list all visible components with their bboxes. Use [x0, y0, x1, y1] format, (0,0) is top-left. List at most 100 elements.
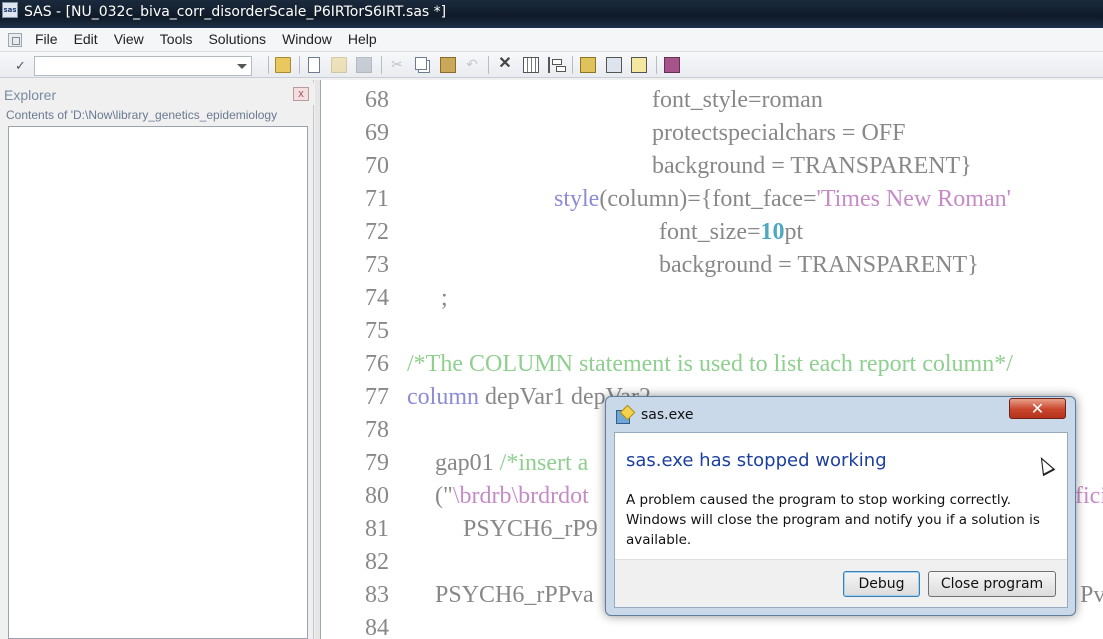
line-number: 79	[365, 450, 389, 476]
code-text: /*The COLUMN statement is used to list e…	[407, 348, 1013, 381]
code-token: column	[407, 384, 479, 410]
explorer-pane: Explorer x Contents of 'D:\Now\library_g…	[0, 80, 314, 639]
new-window-icon[interactable]	[606, 57, 622, 73]
menu-help[interactable]: Help	[348, 31, 385, 47]
menu-solutions[interactable]: Solutions	[208, 31, 274, 47]
find-icon[interactable]	[631, 57, 647, 73]
code-token: style	[554, 186, 600, 212]
code-token: gap01	[435, 450, 500, 476]
close-explorer-icon[interactable]: x	[293, 87, 309, 101]
menu-tools[interactable]: Tools	[160, 31, 201, 47]
menu-bar: File Edit View Tools Solutions Window Help	[0, 28, 1103, 52]
menu-window[interactable]: Window	[282, 31, 340, 47]
debug-button[interactable]: Debug	[843, 571, 920, 597]
command-box[interactable]	[34, 56, 252, 76]
toolbar: ✓ ✂ ↶ ✕	[0, 52, 1103, 78]
undo-icon[interactable]: ↶	[464, 57, 480, 73]
dialog-footer: Debug Close program	[615, 559, 1067, 607]
menu-file[interactable]: File	[35, 31, 66, 47]
code-text: ;	[441, 282, 448, 315]
line-number: 83	[365, 582, 389, 608]
close-dialog-button[interactable]: ✕	[1009, 398, 1066, 419]
code-token: 'Times New Roman'	[816, 186, 1011, 212]
paste-icon[interactable]	[440, 57, 456, 73]
line-number: 75	[365, 318, 389, 344]
code-text: style(column)={font_face='Times New Roma…	[554, 183, 1011, 216]
line-number: 82	[365, 549, 389, 575]
details-view-icon[interactable]	[523, 57, 539, 73]
explorer-title: Explorer	[4, 87, 57, 103]
line-number: 73	[365, 252, 389, 278]
line-number: 84	[365, 615, 389, 639]
libraries-icon[interactable]	[580, 57, 596, 73]
explorer-header: Explorer x	[0, 83, 314, 105]
code-line[interactable]: 73 background = TRANSPARENT}	[321, 249, 1103, 282]
code-line[interactable]: 72 font_size=10pt	[321, 216, 1103, 249]
line-number: 77	[365, 384, 389, 410]
code-fragment: fici	[1075, 483, 1103, 509]
explorer-list[interactable]	[8, 126, 308, 639]
chevron-down-icon[interactable]	[237, 64, 247, 69]
clear-all-icon[interactable]: ✕	[497, 56, 513, 73]
code-token: ;	[441, 285, 448, 311]
dialog-body: sas.exe has stopped working A problem ca…	[614, 432, 1068, 608]
line-number: 71	[365, 186, 389, 212]
open-folder-icon[interactable]	[275, 57, 291, 73]
menu-edit[interactable]: Edit	[74, 31, 106, 47]
submit-command-check-icon[interactable]: ✓	[15, 58, 26, 74]
code-line[interactable]: 84	[321, 612, 1103, 639]
code-line[interactable]: 74;	[321, 282, 1103, 315]
cut-icon[interactable]: ✂	[389, 57, 405, 73]
title-bar: sas SAS - [NU_032c_biva_corr_disorderSca…	[0, 0, 1103, 28]
code-text: font_size=10pt	[659, 216, 803, 249]
save-icon[interactable]	[356, 57, 372, 73]
tree-view-icon[interactable]	[548, 57, 566, 73]
code-token: protectspecialchars = OFF	[652, 120, 906, 146]
code-token: (column)={font_face=	[599, 186, 817, 212]
open-icon[interactable]	[331, 57, 347, 73]
code-text: PSYCH6_rP9	[463, 513, 598, 546]
code-text: PSYCH6_rPPva	[435, 579, 594, 612]
line-number: 78	[365, 417, 389, 443]
code-line[interactable]: 69 protectspecialchars = OFF	[321, 117, 1103, 150]
line-number: 74	[365, 285, 389, 311]
line-number: 81	[365, 516, 389, 542]
code-line[interactable]: 76 /*The COLUMN statement is used to list…	[321, 348, 1103, 381]
program-icon	[616, 407, 632, 424]
code-token: 10	[760, 219, 785, 245]
code-line[interactable]: 71 style(column)={font_face='Times New Ro…	[321, 183, 1103, 216]
close-program-button[interactable]: Close program	[928, 571, 1056, 597]
window-title: SAS - [NU_032c_biva_corr_disorderScale_P…	[24, 4, 447, 20]
line-number: 80	[365, 483, 389, 509]
code-token: PSYCH6_rP9	[463, 516, 598, 542]
help-book-icon[interactable]	[664, 57, 680, 73]
copy-icon[interactable]	[415, 57, 427, 70]
toolbar-separator	[656, 56, 657, 74]
dialog-title: sas.exe	[641, 407, 694, 423]
code-text: ("\brdrb\brdrdot	[435, 480, 589, 513]
code-line[interactable]: 70 background = TRANSPARENT}	[321, 150, 1103, 183]
dialog-heading: sas.exe has stopped working	[626, 450, 887, 471]
code-fragment: Pv	[1080, 582, 1103, 608]
code-token: /*insert a	[499, 450, 589, 476]
code-token: ("	[435, 483, 453, 509]
code-token: background = TRANSPARENT}	[659, 252, 979, 278]
code-token: font_style=roman	[652, 87, 823, 113]
dialog-message: A problem caused the program to stop wor…	[626, 492, 1040, 548]
code-token: background = TRANSPARENT}	[652, 153, 972, 179]
code-token: pt	[784, 219, 804, 245]
line-number: 70	[365, 153, 389, 179]
code-token: font_size=	[659, 219, 761, 245]
code-line[interactable]: 68 font_style=roman	[321, 84, 1103, 117]
new-document-icon[interactable]	[308, 57, 320, 73]
code-token: /*The COLUMN statement is used to list e…	[407, 351, 1013, 377]
sas-app-icon[interactable]: sas	[2, 2, 18, 18]
code-token: PSYCH6_rPPva	[435, 582, 594, 608]
toolbar-separator	[381, 56, 382, 74]
line-number: 68	[365, 87, 389, 113]
sas-window: sas SAS - [NU_032c_biva_corr_disorderSca…	[0, 0, 1103, 639]
menu-view[interactable]: View	[114, 31, 152, 47]
explorer-contents-label: Contents of 'D:\Now\library_genetics_epi…	[6, 108, 278, 122]
document-menu-icon[interactable]	[8, 33, 22, 47]
code-line[interactable]: 75	[321, 315, 1103, 348]
